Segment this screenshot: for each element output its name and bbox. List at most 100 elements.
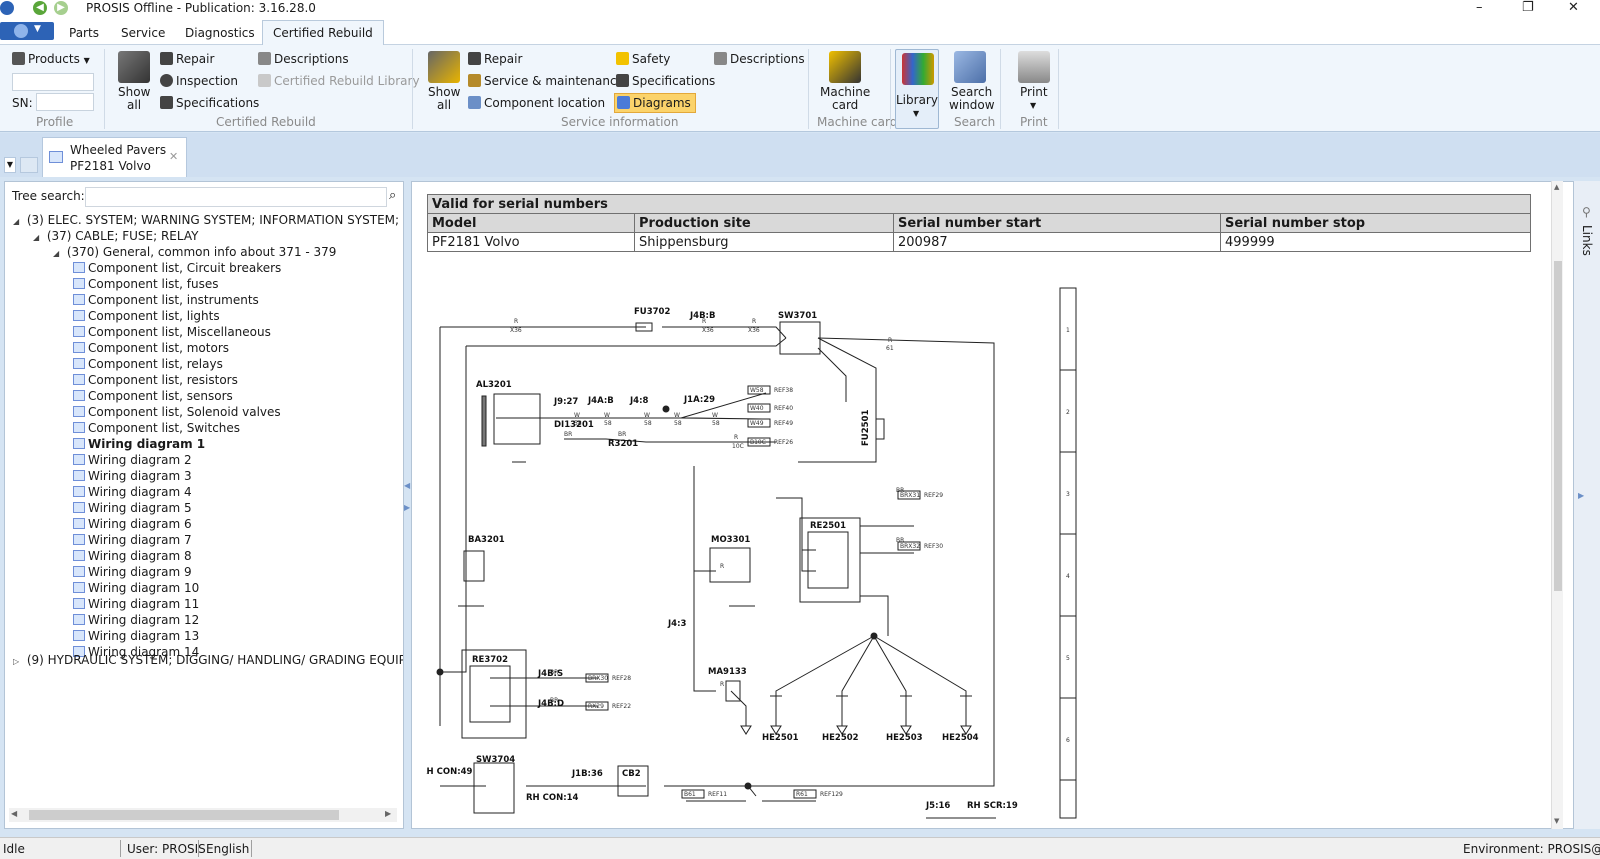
minimize-button[interactable]: – [1476,0,1483,16]
tree-item[interactable]: Wiring diagram 2 [73,452,192,468]
tab-list-dropdown[interactable]: ▼ [4,157,16,173]
scroll-thumb[interactable] [1554,261,1562,591]
wire-label: 10C [732,443,744,450]
products-dropdown[interactable]: Products ▼ [12,51,90,69]
tree-item[interactable]: Component list, sensors [73,388,233,404]
pin-icon[interactable]: ⚲ [1582,205,1591,219]
scroll-thumb[interactable] [29,810,339,820]
product-input[interactable] [12,73,94,91]
si-component-location-button[interactable]: Component location [468,95,605,111]
links-sidebar[interactable]: ⚲ Links ▶ [1573,181,1600,829]
scroll-left-icon[interactable]: ◀ [11,809,17,818]
content-vscrollbar[interactable]: ▲ ▼ [1551,181,1563,829]
si-show-all-line2[interactable]: all [437,97,451,113]
tree-item[interactable]: Wiring diagram 7 [73,532,192,548]
group-label-certified-rebuild: Certified Rebuild [216,115,316,129]
tree-item[interactable]: Wiring diagram 9 [73,564,192,580]
tree-node-hydraulic-system[interactable]: ▷ (9) HYDRAULIC SYSTEM; DIGGING/ HANDLIN… [13,652,403,670]
expand-panel-icon[interactable]: ▶ [1578,491,1584,500]
tree-item[interactable]: Component list, resistors [73,372,238,388]
cr-repair-button[interactable]: Repair [160,51,214,67]
ref-label: REF40 [774,405,793,412]
cr-descriptions-button[interactable]: Descriptions [258,51,349,67]
wire-label: 58 [644,420,652,427]
tree-item[interactable]: Component list, Solenoid valves [73,404,281,420]
tree-item-label: Wiring diagram 11 [88,597,200,611]
si-repair-button[interactable]: Repair [468,51,522,67]
status-state: Idle [3,842,25,856]
tree-item[interactable]: Component list, Switches [73,420,240,436]
col-model: Model [427,213,635,233]
scroll-down-icon[interactable]: ▼ [1554,817,1559,825]
search-window-line2[interactable]: window [949,97,995,113]
ribbon-separator [890,49,891,129]
tree-item[interactable]: Component list, motors [73,340,229,356]
tab-diagnostics[interactable]: Diagnostics [185,23,255,43]
tree-item[interactable]: Wiring diagram 11 [73,596,199,612]
tree-item[interactable]: Component list, lights [73,308,220,324]
document-icon [258,52,271,65]
status-separator [198,840,199,857]
tree-item[interactable]: Wiring diagram 1 [73,436,205,452]
tree-item[interactable]: Wiring diagram 6 [73,516,192,532]
tree-item[interactable]: Wiring diagram 10 [73,580,199,596]
restore-button[interactable]: ❐ [1522,0,1534,16]
scroll-right-icon[interactable]: ▶ [385,809,391,818]
forward-icon[interactable]: ▶ [54,1,68,15]
tree-item[interactable]: Component list, Circuit breakers [73,260,281,276]
application-menu-button[interactable]: ▼ [0,22,54,40]
tree-item[interactable]: Wiring diagram 8 [73,548,192,564]
tree-item[interactable]: Wiring diagram 4 [73,484,192,500]
tree-hscrollbar[interactable]: ◀ ▶ [9,808,397,822]
binoculars-icon[interactable]: ⌕ [389,188,396,203]
library-button[interactable]: Library ▼ [895,49,939,129]
wrench-icon [468,52,481,65]
si-service-maintenance-button[interactable]: Service & maintenance [468,73,624,89]
tree-item[interactable]: Component list, Miscellaneous [73,324,271,340]
si-safety-label: Safety [632,52,671,66]
tree-item[interactable]: Component list, relays [73,356,223,372]
tree-item[interactable]: Wiring diagram 5 [73,500,192,516]
back-icon[interactable]: ◀ [33,1,47,15]
document-tab[interactable]: Wheeled Pavers PF2181 Volvo ✕ [42,137,187,177]
ref-box-label: BRX32 [900,543,920,550]
new-tab-icon[interactable] [20,157,38,173]
sn-input[interactable] [36,93,94,111]
collapse-right-icon[interactable]: ▶ [404,503,410,512]
wire-label: R [752,318,756,325]
cr-library-button[interactable]: Certified Rebuild Library [258,73,420,89]
cr-specifications-button[interactable]: Specifications [160,95,259,111]
wire-label: BR [550,697,558,704]
tree-item-label: Component list, Circuit breakers [88,261,282,275]
diagram-label-sw3701: SW3701 [778,311,817,321]
tree-item[interactable]: Wiring diagram 12 [73,612,199,628]
si-descriptions-label: Descriptions [730,52,805,66]
cr-show-all-line2[interactable]: all [127,97,141,113]
cr-inspection-button[interactable]: Inspection [160,73,238,89]
scroll-up-icon[interactable]: ▲ [1554,183,1559,191]
cell-model: PF2181 Volvo [427,232,635,252]
tab-certified-rebuild[interactable]: Certified Rebuild [262,20,384,45]
tree-item[interactable]: Component list, instruments [73,292,259,308]
tab-parts[interactable]: Parts [69,23,99,43]
si-specifications-button[interactable]: Specifications [616,73,715,89]
si-safety-button[interactable]: Safety [616,51,670,67]
wire-label: 58 [604,420,612,427]
diagram-label-sw3704: SW3704 [476,755,515,765]
pane-splitter[interactable]: ◀ ▶ [404,181,410,829]
close-tab-icon[interactable]: ✕ [169,150,178,163]
close-button[interactable]: ✕ [1568,0,1579,16]
wiring-diagram[interactable]: FU3702 J4B:B SW3701AL3201J9:27 J4A:B J4:8 J1A… [426,286,1536,826]
si-descriptions-button[interactable]: Descriptions [714,51,805,67]
tab-service[interactable]: Service [121,23,165,43]
collapse-left-icon[interactable]: ◀ [404,481,410,490]
motor-ground-icon [740,725,752,735]
wire-label: 58 [574,420,582,427]
tree-item[interactable]: Wiring diagram 13 [73,628,199,644]
cell-serial-stop: 499999 [1220,232,1531,252]
tree-item[interactable]: Wiring diagram 3 [73,468,192,484]
si-diagrams-button[interactable]: Diagrams [614,93,696,113]
machine-card-line2[interactable]: card [832,97,858,113]
tree-search-input[interactable] [85,187,387,207]
tree-item[interactable]: Component list, fuses [73,276,218,292]
